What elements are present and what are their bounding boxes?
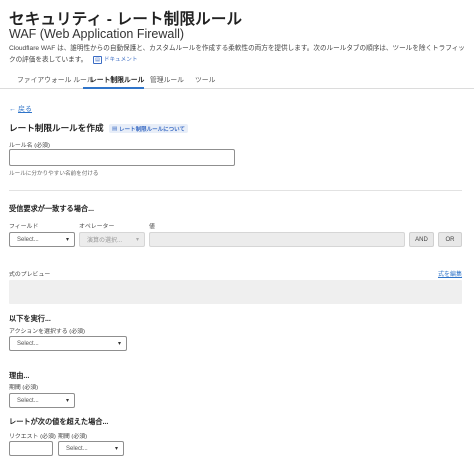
expression-preview-box <box>9 280 462 304</box>
requests-input[interactable] <box>9 441 53 456</box>
doc-icon: ▤ <box>111 125 118 132</box>
tab-bar: ファイアウォール ルール レート制限ルール 管理ルール ツール <box>0 69 474 89</box>
duration-select[interactable]: Select... ▾ <box>9 393 75 408</box>
active-tab-indicator <box>83 87 144 89</box>
period-select[interactable]: Select... ▾ <box>58 441 124 456</box>
section-divider <box>9 190 462 191</box>
operator-label: オペレーター <box>79 224 115 230</box>
documentation-link[interactable]: ▤ ドキュメント <box>93 55 137 66</box>
field-label: フィールド <box>9 224 39 230</box>
page-title: セキュリティ - レート制限ルール <box>9 11 243 28</box>
period-label: 期間 (必須) <box>58 434 88 440</box>
chevron-down-icon: ▾ <box>65 398 69 404</box>
period-select-value: Select... <box>66 445 88 452</box>
doc-icon: ▤ <box>93 55 102 64</box>
chevron-down-icon: ▾ <box>135 237 139 243</box>
chevron-down-icon: ▾ <box>65 237 69 243</box>
edit-expression-link[interactable]: 式を編集 <box>438 269 462 278</box>
then-heading: 以下を実行... <box>9 314 51 323</box>
or-button[interactable]: OR <box>438 232 462 247</box>
tab-managed-rules[interactable]: 管理ルール <box>150 74 184 84</box>
back-link-label: 戻る <box>18 106 32 113</box>
duration-select-value: Select... <box>17 397 39 404</box>
value-input[interactable] <box>149 232 405 247</box>
value-label: 値 <box>149 224 155 230</box>
about-rate-limiting-link[interactable]: ▤ レート制限ルールについて <box>108 124 188 134</box>
operator-select-value: 演算の選択... <box>87 238 123 244</box>
back-link[interactable]: ← 戻る <box>9 104 32 114</box>
rule-name-input[interactable] <box>9 149 235 166</box>
arrow-left-icon: ← <box>9 106 16 113</box>
action-label: アクションを選択する (必須) <box>9 329 85 335</box>
incoming-requests-heading: 受信要求が一致する場合... <box>9 204 95 213</box>
action-select[interactable]: Select... ▾ <box>9 336 127 351</box>
expression-preview-label: 式のプレビュー <box>9 272 51 278</box>
field-select-value: Select... <box>17 236 39 243</box>
field-select[interactable]: Select... ▾ <box>9 232 75 247</box>
rule-name-label: ルール名 (必須) <box>9 143 50 149</box>
rule-name-help: ルールに分かりやすい名前を付ける <box>9 171 99 177</box>
operator-select[interactable]: 演算の選択... ▾ <box>79 232 145 247</box>
tab-firewall-rules[interactable]: ファイアウォール ルール <box>17 74 94 84</box>
requests-label: リクエスト (必須) <box>9 434 56 440</box>
form-heading: レート制限ルールを作成 ▤ レート制限ルールについて <box>9 122 188 134</box>
description-text: Cloudflare WAF は、誰明性からの自動保護と、カスタムルールを作成す… <box>9 45 465 63</box>
form-heading-text: レート制限ルールを作成 <box>9 123 104 133</box>
tab-rate-limiting-rules[interactable]: レート制限ルール <box>90 74 144 84</box>
about-rate-limiting-label: レート制限ルールについて <box>119 126 185 133</box>
action-select-value: Select... <box>17 340 39 347</box>
reason-heading: 理由... <box>9 371 30 380</box>
page-subtitle: WAF (Web Application Firewall) <box>9 27 185 41</box>
documentation-link-label: ドキュメント <box>103 56 138 63</box>
chevron-down-icon: ▾ <box>114 446 118 452</box>
page-description: Cloudflare WAF は、誰明性からの自動保護と、カスタムルールを作成す… <box>9 44 467 65</box>
duration-label: 期間 (必須) <box>9 385 39 391</box>
tab-tools[interactable]: ツール <box>195 74 215 84</box>
rate-exceeds-heading: レートが次の値を超えた場合... <box>9 417 109 426</box>
and-button[interactable]: AND <box>409 232 434 247</box>
chevron-down-icon: ▾ <box>117 341 121 347</box>
